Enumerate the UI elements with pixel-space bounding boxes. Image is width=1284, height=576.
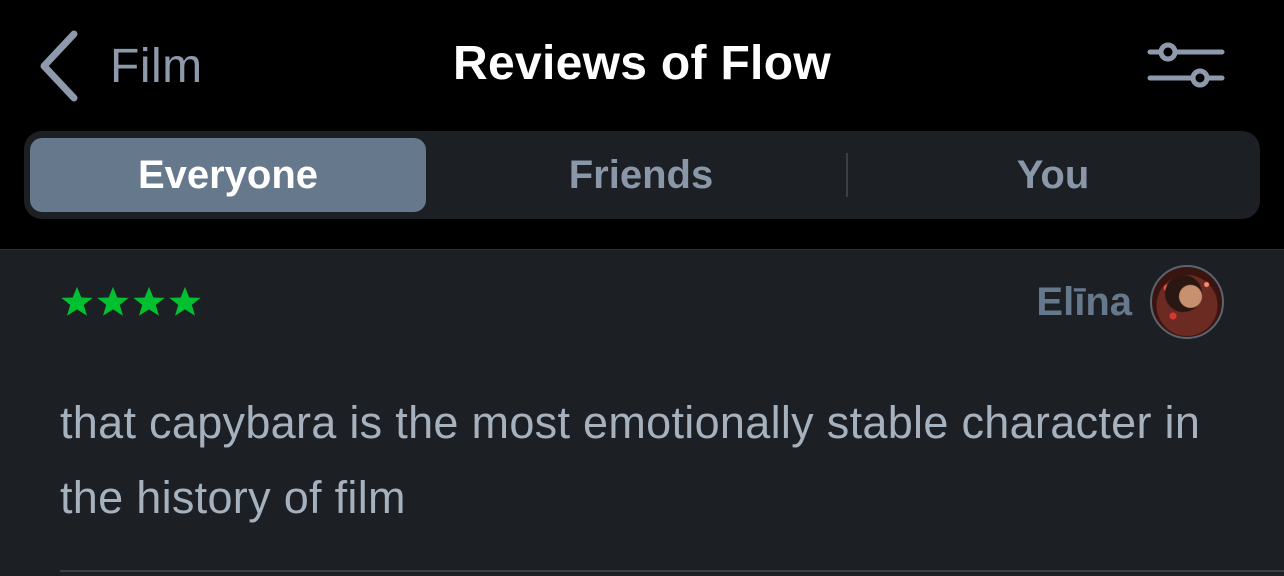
review-filter-tabs: Everyone Friends You bbox=[24, 131, 1260, 219]
tab-friends[interactable]: Friends bbox=[436, 138, 846, 212]
star-icon bbox=[168, 285, 202, 319]
nav-header: Film Reviews of Flow Everyone Friends Yo… bbox=[0, 0, 1284, 250]
star-icon bbox=[132, 285, 166, 319]
tab-you[interactable]: You bbox=[848, 138, 1258, 212]
tab-everyone[interactable]: Everyone bbox=[30, 138, 426, 212]
star-rating bbox=[60, 285, 202, 319]
review-text: that capybara is the most emotionally st… bbox=[60, 397, 1201, 523]
reviewer-name[interactable]: Elīna bbox=[1036, 280, 1132, 325]
star-icon bbox=[60, 285, 94, 319]
reviewer[interactable]: Elīna bbox=[1036, 265, 1224, 339]
star-icon bbox=[96, 285, 130, 319]
sliders-icon bbox=[1146, 40, 1226, 92]
reviews-screen: Film Reviews of Flow Everyone Friends Yo… bbox=[0, 0, 1284, 576]
filter-button[interactable] bbox=[1146, 40, 1226, 92]
review-item[interactable]: Elīna that capybara is the most emotiona… bbox=[0, 251, 1284, 576]
divider bbox=[60, 570, 1284, 572]
page-title: Reviews of Flow bbox=[453, 37, 831, 90]
avatar[interactable] bbox=[1150, 265, 1224, 339]
